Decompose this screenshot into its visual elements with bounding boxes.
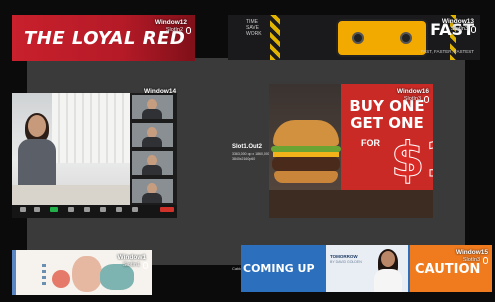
illustration-shape	[72, 256, 102, 292]
audio-icon	[424, 96, 429, 103]
window-16[interactable]: BUY ONE GET ONE FOR $1 Window16 SlotIn3	[269, 84, 433, 218]
wooden-board	[269, 190, 433, 218]
audio-icon	[483, 257, 488, 264]
desk	[12, 185, 130, 205]
camera-lens-icon	[352, 32, 364, 44]
mic-icon[interactable]	[20, 207, 26, 212]
window-13-source: SlotIn3	[450, 26, 468, 32]
end-call-button[interactable]	[160, 207, 174, 212]
window-14-label: Window14	[144, 88, 177, 95]
camera-icon[interactable]	[34, 207, 40, 212]
tomorrow-title: TOMORROW	[330, 254, 358, 259]
record-icon[interactable]	[116, 207, 122, 212]
promo-for: FOR	[361, 138, 380, 148]
loyal-red-title: THE LOYAL RED	[24, 28, 186, 49]
slide-indicator	[42, 264, 46, 288]
caution-text: CAUTION	[415, 262, 481, 277]
audio-icon	[471, 26, 476, 33]
participants-icon[interactable]	[68, 207, 74, 212]
participant-thumbnail[interactable]	[132, 123, 173, 147]
audio-icon	[143, 262, 148, 269]
security-icon[interactable]	[50, 207, 58, 212]
window-16-source: SlotIn3	[403, 96, 421, 102]
tomorrow-subtitle: BY DAVID GOLDEN	[330, 260, 362, 264]
brand-text: TIME SAVE WORK	[246, 19, 262, 37]
output-canvas: Slot1.Out2 3363,000 op x 1860,000 op 384…	[0, 0, 495, 302]
promo-headline: BUY ONE GET ONE	[349, 97, 425, 132]
window-12-label: Window12	[154, 19, 187, 26]
window-blinds	[52, 93, 130, 163]
window-13[interactable]: TIME SAVE WORK FAST FAST, FASTER, FASTES…	[228, 15, 480, 60]
tomorrow-panel: TOMORROW BY DAVID GOLDEN	[326, 245, 408, 292]
slot-label: Slot1.Out2	[232, 144, 263, 150]
window-15[interactable]: COMING UP TOMORROW BY DAVID GOLDEN CAUTI…	[241, 245, 492, 292]
window-15-source: SlotIn3	[462, 257, 480, 263]
participant-thumbnail[interactable]	[132, 151, 173, 175]
camera-lens-icon	[400, 32, 412, 44]
window-12[interactable]: THE LOYAL RED Window12 SlotIn2	[12, 15, 195, 61]
reactions-icon[interactable]	[132, 207, 138, 212]
meeting-toolbar	[12, 205, 177, 218]
window-12-source: SlotIn2	[165, 27, 183, 33]
participant-thumbnail[interactable]	[132, 95, 173, 119]
presenter-photo	[370, 249, 406, 292]
fast-subline: FAST, FASTER, FASTEST	[420, 49, 474, 54]
share-screen-icon[interactable]	[100, 207, 106, 212]
window-16-label: Window16	[396, 88, 429, 95]
participant-thumbnail[interactable]	[132, 179, 173, 203]
chat-icon[interactable]	[84, 207, 90, 212]
window-14[interactable]	[12, 93, 177, 218]
rugged-phone-image	[336, 19, 428, 57]
window-1-source: SlotIn1	[122, 262, 140, 268]
window-1[interactable]: Window1 SlotIn1	[12, 250, 152, 295]
illustration-shape	[52, 270, 70, 288]
coming-up-text: COMING UP	[243, 262, 315, 275]
audio-icon	[186, 27, 191, 34]
window-13-label: Window13	[441, 18, 474, 25]
video-call-main-feed	[12, 93, 130, 205]
window-15-label: Window15	[455, 249, 488, 256]
presenter-figure	[18, 113, 56, 187]
window-1-label: Window1	[117, 254, 146, 261]
promo-price: $1	[391, 132, 433, 189]
